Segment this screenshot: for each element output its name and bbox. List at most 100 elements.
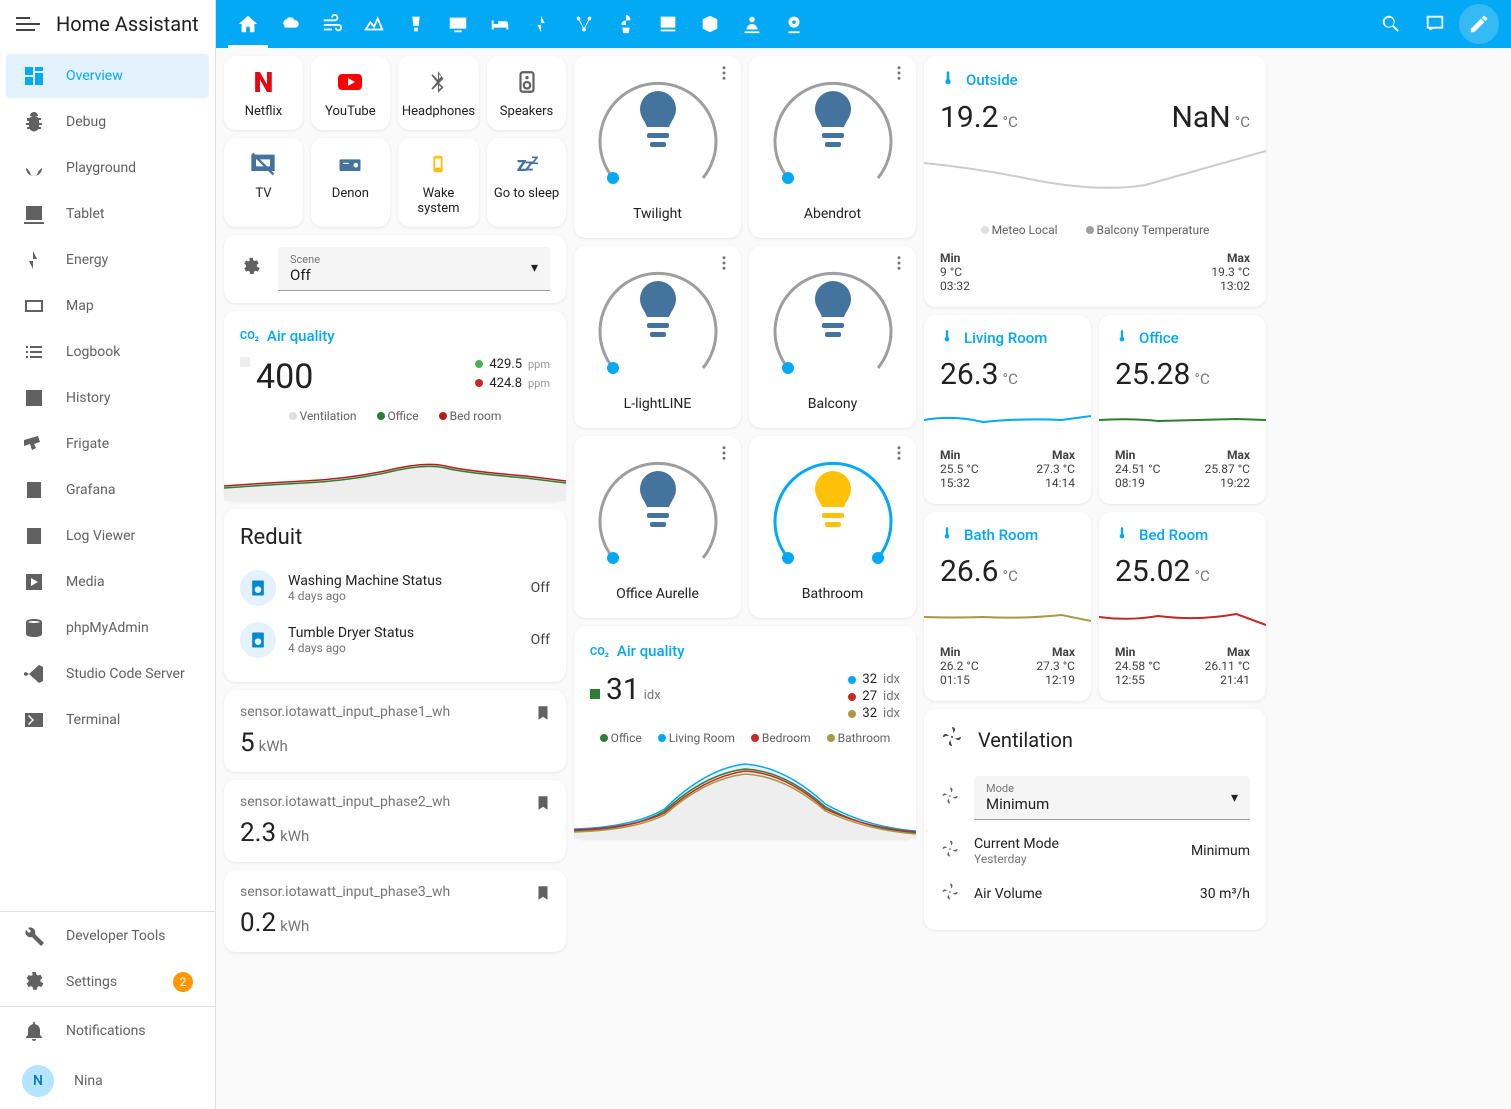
quick-youtube[interactable]: YouTube <box>311 56 390 130</box>
light-brightness-ring[interactable] <box>593 68 723 198</box>
ventilation-air-volume[interactable]: Air Volume30 m³/h <box>940 874 1250 914</box>
ventilation-current-mode[interactable]: Current ModeYesterdayMinimum <box>940 828 1250 874</box>
camera-icon <box>22 432 46 456</box>
sidebar-item-logbook[interactable]: Logbook <box>6 330 209 374</box>
tab-nodes[interactable] <box>564 0 604 48</box>
list-icon <box>22 340 46 364</box>
sidebar-item-history[interactable]: History <box>6 376 209 420</box>
sidebar-item-playground[interactable]: Playground <box>6 146 209 190</box>
sidebar-item-energy[interactable]: Energy <box>6 238 209 282</box>
grafana-icon <box>22 478 46 502</box>
dashboard-icon <box>22 64 46 88</box>
light-card-2[interactable]: L-lightLINE <box>574 246 741 428</box>
fan-icon <box>940 786 960 810</box>
light-brightness-ring[interactable] <box>593 258 723 388</box>
quick-actions: NNetflix YouTube Headphones Speakers TV … <box>224 56 566 227</box>
bookmark-icon <box>534 704 552 726</box>
youtube-icon <box>334 66 366 98</box>
sensor-card-phase3[interactable]: sensor.iotawatt_input_phase3_wh0.2kWh <box>224 870 566 952</box>
settings-badge: 2 <box>173 972 193 992</box>
vscode-icon <box>22 662 46 686</box>
tv-off-icon <box>247 148 279 180</box>
light-brightness-ring[interactable] <box>768 68 898 198</box>
sidebar-item-tablet[interactable]: Tablet <box>6 192 209 236</box>
light-card-5[interactable]: Bathroom <box>749 436 916 618</box>
tab-home[interactable] <box>228 0 268 48</box>
light-brightness-ring[interactable] <box>768 448 898 578</box>
chart-icon <box>22 386 46 410</box>
light-brightness-ring[interactable] <box>593 448 723 578</box>
reduit-washing[interactable]: Washing Machine Status4 days agoOff <box>240 562 550 614</box>
outside-chart <box>924 143 1266 213</box>
tab-tv[interactable] <box>438 0 478 48</box>
tab-screen[interactable] <box>648 0 688 48</box>
bug-icon <box>22 110 46 134</box>
assist-button[interactable] <box>1415 4 1455 44</box>
sidebar-item-settings[interactable]: Settings2 <box>6 960 209 1004</box>
sidebar-item-debug[interactable]: Debug <box>6 100 209 144</box>
sidebar-item-frigate[interactable]: Frigate <box>6 422 209 466</box>
tab-power[interactable] <box>522 0 562 48</box>
sidebar-item-grafana[interactable]: Grafana <box>6 468 209 512</box>
menu-toggle-icon[interactable] <box>16 12 40 36</box>
light-card-1[interactable]: Abendrot <box>749 56 916 238</box>
ventilation-card: Ventilation ModeMinimum▾ Current ModeYes… <box>924 709 1266 930</box>
air-quality-card[interactable]: CO₂Air quality 400 429.5 ppm 424.8 ppm V… <box>224 311 566 501</box>
tab-webcam[interactable] <box>774 0 814 48</box>
air-quality-chart <box>224 431 566 501</box>
sidebar-item-devtools[interactable]: Developer Tools <box>6 914 209 958</box>
thermometer-icon <box>940 70 956 90</box>
quick-sleep[interactable]: zzzGo to sleep <box>487 138 566 227</box>
tab-air[interactable] <box>312 0 352 48</box>
reduit-dryer[interactable]: Tumble Dryer Status4 days agoOff <box>240 614 550 666</box>
quick-tv[interactable]: TV <box>224 138 303 227</box>
sidebar-item-terminal[interactable]: Terminal <box>6 698 209 742</box>
sidebar-item-media[interactable]: Media <box>6 560 209 604</box>
air-quality-index-card[interactable]: CO₂Air quality 31idx 32 idx 27 idx 32 id… <box>574 626 916 839</box>
light-card-3[interactable]: Balcony <box>749 246 916 428</box>
thermometer-icon <box>940 329 954 347</box>
tab-plant[interactable] <box>606 0 646 48</box>
sidebar-item-user[interactable]: NNina <box>6 1055 209 1107</box>
search-button[interactable] <box>1371 4 1411 44</box>
tab-chart[interactable] <box>354 0 394 48</box>
quick-wake[interactable]: Wake system <box>398 138 479 227</box>
sidebar-item-logviewer[interactable]: Log Viewer <box>6 514 209 558</box>
quick-speakers[interactable]: Speakers <box>487 56 566 130</box>
light-card-4[interactable]: Office Aurelle <box>574 436 741 618</box>
sensor-card-phase2[interactable]: sensor.iotawatt_input_phase2_wh2.3kWh <box>224 780 566 862</box>
ventilation-mode-select[interactable]: ModeMinimum▾ <box>974 776 1250 820</box>
tab-bed[interactable] <box>480 0 520 48</box>
quick-headphones[interactable]: Headphones <box>398 56 479 130</box>
quick-netflix[interactable]: NNetflix <box>224 56 303 130</box>
light-name: Office Aurelle <box>616 586 699 602</box>
sidebar-item-map[interactable]: Map <box>6 284 209 328</box>
sensor-card-phase1[interactable]: sensor.iotawatt_input_phase1_wh5kWh <box>224 690 566 772</box>
room-chart <box>924 400 1091 440</box>
light-name: Balcony <box>808 396 857 412</box>
edit-button[interactable] <box>1459 4 1499 44</box>
sidebar-item-phpmyadmin[interactable]: phpMyAdmin <box>6 606 209 650</box>
bookmark-icon <box>534 794 552 816</box>
washing-machine-icon <box>240 570 276 606</box>
tab-light[interactable] <box>396 0 436 48</box>
light-card-0[interactable]: Twilight <box>574 56 741 238</box>
room-temp-card-0[interactable]: Living Room 26.3°C Min25.5 °C15:32Max27.… <box>924 315 1091 504</box>
sidebar-item-notifications[interactable]: Notifications <box>6 1009 209 1053</box>
outside-temp-card[interactable]: Outside 19.2°CNaN°C Meteo Local Balcony … <box>924 56 1266 307</box>
room-temp-card-3[interactable]: Bed Room 25.02°C Min24.58 °C12:55Max26.1… <box>1099 512 1266 701</box>
chevron-down-icon: ▾ <box>531 260 538 276</box>
app-title: Home Assistant <box>56 12 199 36</box>
tab-presence[interactable] <box>732 0 772 48</box>
tab-3d[interactable] <box>690 0 730 48</box>
tablet-icon <box>22 202 46 226</box>
quick-denon[interactable]: Denon <box>311 138 390 227</box>
tab-weather[interactable] <box>270 0 310 48</box>
scene-select[interactable]: SceneOff ▾ <box>278 247 550 291</box>
sidebar-item-overview[interactable]: Overview <box>6 54 209 98</box>
room-temp-card-1[interactable]: Office 25.28°C Min24.51 °C08:19Max25.87 … <box>1099 315 1266 504</box>
reduit-card: Reduit Washing Machine Status4 days agoO… <box>224 509 566 682</box>
sidebar-item-vscode[interactable]: Studio Code Server <box>6 652 209 696</box>
room-temp-card-2[interactable]: Bath Room 26.6°C Min26.2 °C01:15Max27.3 … <box>924 512 1091 701</box>
light-brightness-ring[interactable] <box>768 258 898 388</box>
